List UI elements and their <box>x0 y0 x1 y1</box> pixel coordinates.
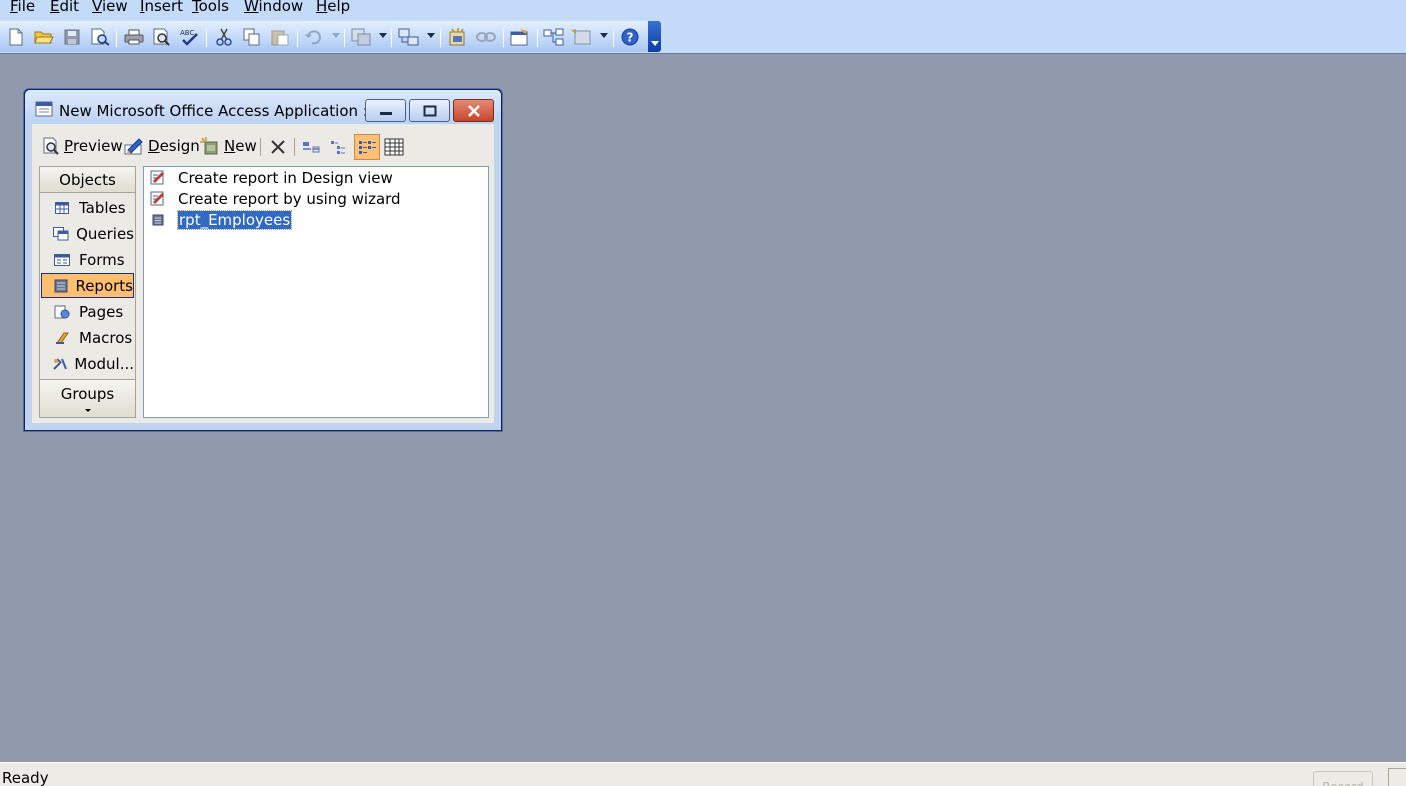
svg-text:ABC: ABC <box>180 29 194 37</box>
object-pages[interactable]: Pages <box>41 299 134 324</box>
list-view-icon <box>359 141 376 154</box>
database-window-toolbar: Preview Design New <box>32 124 494 164</box>
macro-icon <box>51 331 73 345</box>
form-icon <box>51 253 73 266</box>
object-list[interactable]: Create report in Design view Create repo… <box>143 166 489 418</box>
large-icons-button[interactable] <box>298 134 324 160</box>
report-icon <box>148 214 168 226</box>
menu-help[interactable]: Help <box>316 0 350 16</box>
maximize-button[interactable] <box>409 99 450 122</box>
objects-bar: Objects Tables Queries Forms Reports Pag… <box>39 166 136 418</box>
menu-insert[interactable]: Insert <box>140 0 183 16</box>
print-preview-icon[interactable] <box>151 26 173 48</box>
preview-button[interactable]: Preview <box>42 136 123 156</box>
design-icon <box>124 137 144 155</box>
delete-icon <box>271 140 285 154</box>
object-tables[interactable]: Tables <box>41 195 134 220</box>
object-macros[interactable]: Macros <box>41 325 134 350</box>
delete-button[interactable] <box>265 134 291 160</box>
small-icons-icon <box>331 141 345 154</box>
menu-tools[interactable]: Tools <box>192 0 229 16</box>
list-item-create-design[interactable]: Create report in Design view <box>148 168 393 188</box>
object-modules[interactable]: Modul... <box>41 351 134 376</box>
small-icons-button[interactable] <box>326 134 352 160</box>
paste-icon[interactable] <box>269 26 291 48</box>
menu-file[interactable]: File <box>10 0 35 16</box>
database-window: New Microsoft Office Access Application … <box>23 88 503 432</box>
minimize-button[interactable] <box>365 99 406 122</box>
status-text: Ready <box>2 769 49 786</box>
table-icon <box>51 201 73 214</box>
toolbar-strip: ABC ? <box>0 21 660 52</box>
new-icon[interactable] <box>5 26 27 48</box>
status-panel <box>1388 768 1406 786</box>
status-bar: Ready Record <box>0 762 1406 786</box>
new-button[interactable]: New <box>200 136 257 156</box>
object-queries[interactable]: Queries <box>41 221 134 246</box>
query-icon <box>51 226 70 241</box>
analyze-icon[interactable] <box>398 26 420 48</box>
database-window-icon <box>35 101 53 121</box>
preview-icon <box>42 137 60 155</box>
close-button[interactable] <box>453 99 494 122</box>
file-search-icon[interactable] <box>89 26 111 48</box>
relationships-icon[interactable] <box>543 26 565 48</box>
database-window-body: Preview Design New Objects Tables Querie… <box>32 124 494 423</box>
groups-header[interactable]: Groups <box>40 379 135 417</box>
print-icon[interactable] <box>123 26 145 48</box>
office-links-dropdown-icon[interactable] <box>379 33 387 38</box>
details-view-button[interactable] <box>381 134 407 160</box>
design-button[interactable]: Design <box>124 136 200 156</box>
details-view-icon <box>384 138 404 156</box>
design-report-icon <box>148 170 168 186</box>
wizard-report-icon <box>148 191 168 207</box>
new-object-icon[interactable] <box>571 26 593 48</box>
report-icon <box>52 279 69 293</box>
open-icon[interactable] <box>33 26 55 48</box>
copy-icon[interactable] <box>241 26 263 48</box>
page-icon <box>51 305 73 319</box>
module-icon <box>51 357 68 371</box>
database-window-titlebar[interactable]: New Microsoft Office Access Application … <box>25 90 501 124</box>
save-icon[interactable] <box>61 26 83 48</box>
menu-edit[interactable]: Edit <box>50 0 79 16</box>
list-item-create-wizard[interactable]: Create report by using wizard <box>148 189 401 209</box>
analyze-dropdown-icon[interactable] <box>427 33 435 38</box>
list-item-report[interactable]: rpt_Employees <box>148 210 293 230</box>
record-indicator: Record <box>1313 771 1373 786</box>
large-icons-icon <box>303 142 320 153</box>
office-links-icon[interactable] <box>350 26 372 48</box>
cut-icon[interactable] <box>213 26 235 48</box>
toolbar-options-button[interactable] <box>648 21 661 52</box>
objects-header[interactable]: Objects <box>40 167 135 193</box>
new-object-dropdown-icon[interactable] <box>600 33 608 38</box>
database-toolbar: ABC ? <box>0 18 1406 54</box>
code-icon[interactable] <box>447 26 469 48</box>
new-object-icon <box>200 137 220 155</box>
script-editor-icon[interactable] <box>475 26 497 48</box>
object-reports[interactable]: Reports <box>41 273 134 298</box>
object-forms[interactable]: Forms <box>41 247 134 272</box>
undo-icon[interactable] <box>302 26 324 48</box>
list-view-button[interactable] <box>354 134 380 160</box>
undo-dropdown-icon[interactable] <box>332 33 340 38</box>
menu-window[interactable]: Window <box>244 0 303 16</box>
help-icon[interactable]: ? <box>619 26 641 48</box>
menu-view[interactable]: View <box>92 0 128 16</box>
properties-icon[interactable] <box>509 26 531 48</box>
spelling-icon[interactable]: ABC <box>179 26 201 48</box>
database-window-title: New Microsoft Office Access Application … <box>59 102 365 120</box>
svg-text:?: ? <box>627 31 634 45</box>
menu-bar: File Edit View Insert Tools Window Help <box>0 0 1406 18</box>
